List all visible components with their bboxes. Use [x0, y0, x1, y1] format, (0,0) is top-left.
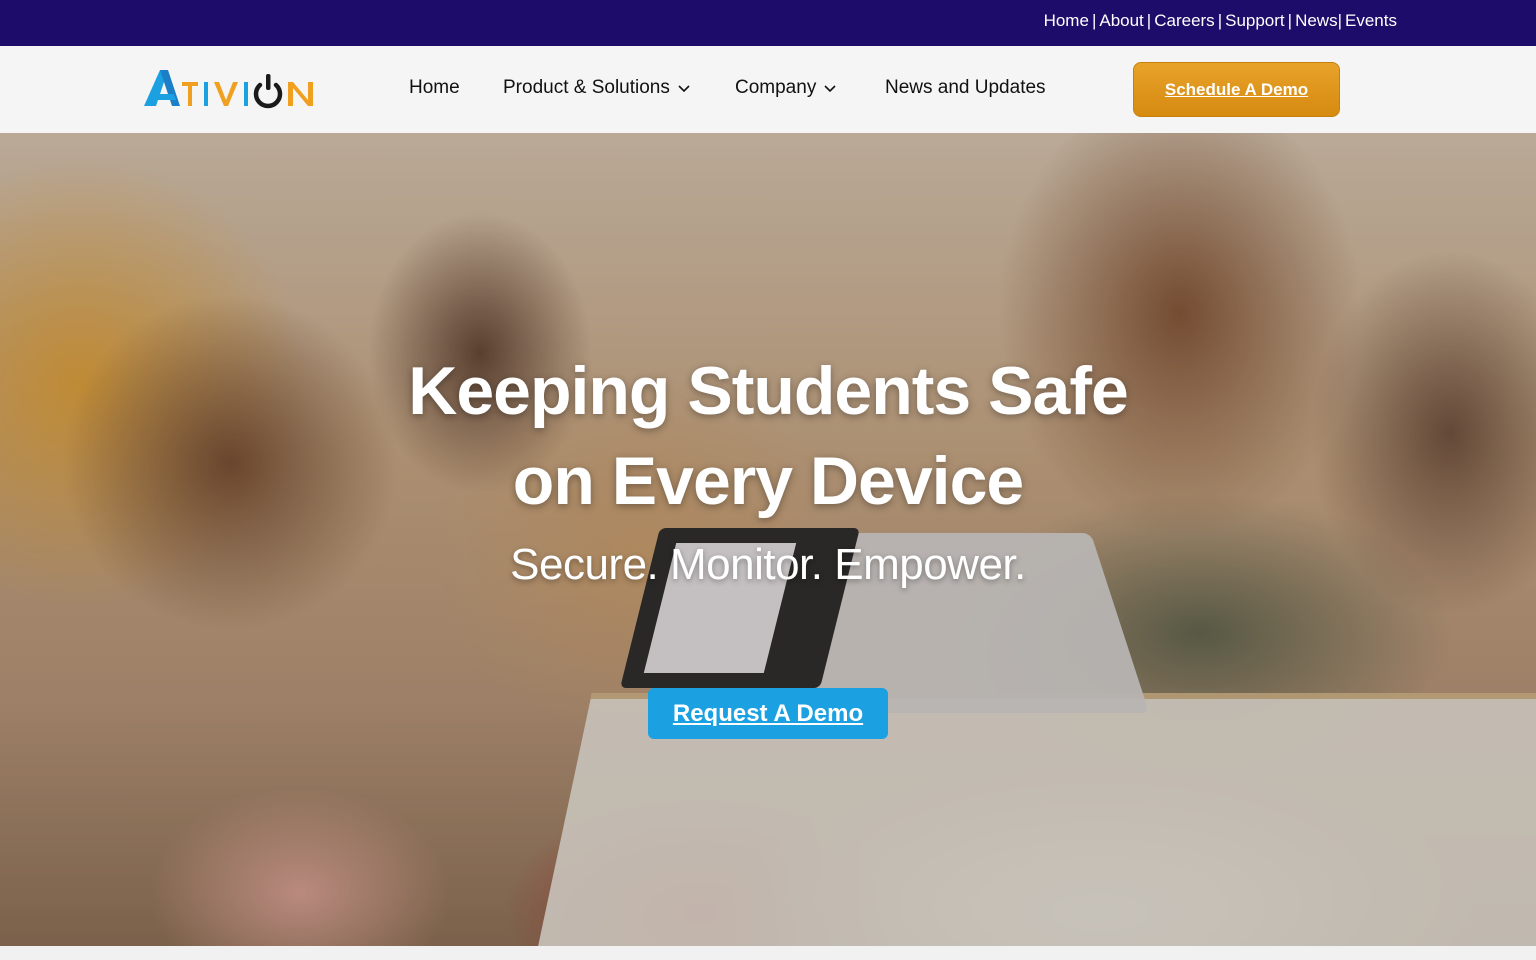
top-utility-bar: Home | About | Careers | Support | News| Events: [0, 0, 1536, 46]
separator: |: [1287, 11, 1293, 30]
top-link-news[interactable]: News: [1295, 11, 1338, 30]
chevron-down-icon: [678, 85, 690, 93]
nav-news[interactable]: News and Updates: [885, 77, 1046, 99]
main-navbar: Home Product & Solutions Company News an…: [0, 46, 1536, 133]
top-link-about[interactable]: About: [1099, 11, 1143, 30]
nav-home-label: Home: [409, 77, 460, 98]
nav-company-label: Company: [735, 77, 817, 98]
ativion-logo[interactable]: [144, 68, 322, 110]
separator: |: [1091, 11, 1097, 30]
schedule-demo-button[interactable]: Schedule A Demo: [1133, 62, 1340, 117]
nav-products[interactable]: Product & Solutions: [503, 77, 691, 99]
top-link-home[interactable]: Home: [1044, 11, 1089, 30]
hero-title-line2: on Every Device: [512, 443, 1024, 519]
nav-products-label: Product & Solutions: [503, 77, 670, 98]
hero-subtitle: Secure. Monitor. Empower.: [510, 540, 1026, 589]
request-demo-button[interactable]: Request A Demo: [648, 688, 888, 739]
separator: |: [1217, 11, 1223, 30]
nav-home[interactable]: Home: [409, 77, 460, 99]
nav-news-label: News and Updates: [885, 77, 1046, 98]
top-link-careers[interactable]: Careers: [1154, 11, 1214, 30]
page-bottom-strip: [0, 946, 1536, 960]
hero-section: Keeping Students Safe on Every Device Se…: [0, 133, 1536, 946]
separator: |: [1337, 11, 1343, 30]
top-links: Home | About | Careers | Support | News| Events: [1044, 11, 1397, 31]
chevron-down-icon: [824, 85, 836, 93]
ativion-logo-mark: [144, 70, 313, 109]
hero-title-line1: Keeping Students Safe: [408, 353, 1129, 429]
nav-company[interactable]: Company: [735, 77, 837, 99]
top-link-events[interactable]: Events: [1345, 11, 1397, 30]
top-link-support[interactable]: Support: [1225, 11, 1285, 30]
separator: |: [1146, 11, 1152, 30]
hero-title: Keeping Students Safe on Every Device: [0, 346, 1536, 526]
